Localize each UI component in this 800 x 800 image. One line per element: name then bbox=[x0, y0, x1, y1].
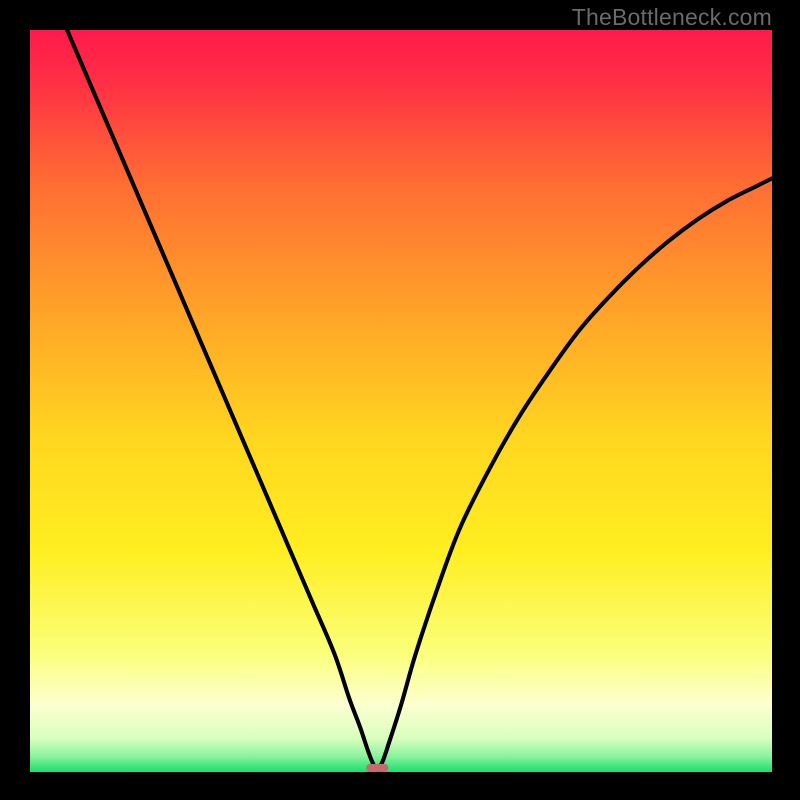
chart-plot bbox=[30, 30, 772, 772]
watermark-text: TheBottleneck.com bbox=[572, 4, 772, 31]
gradient-background bbox=[30, 30, 772, 772]
chart-frame: TheBottleneck.com bbox=[0, 0, 800, 800]
minimum-marker bbox=[366, 764, 388, 772]
